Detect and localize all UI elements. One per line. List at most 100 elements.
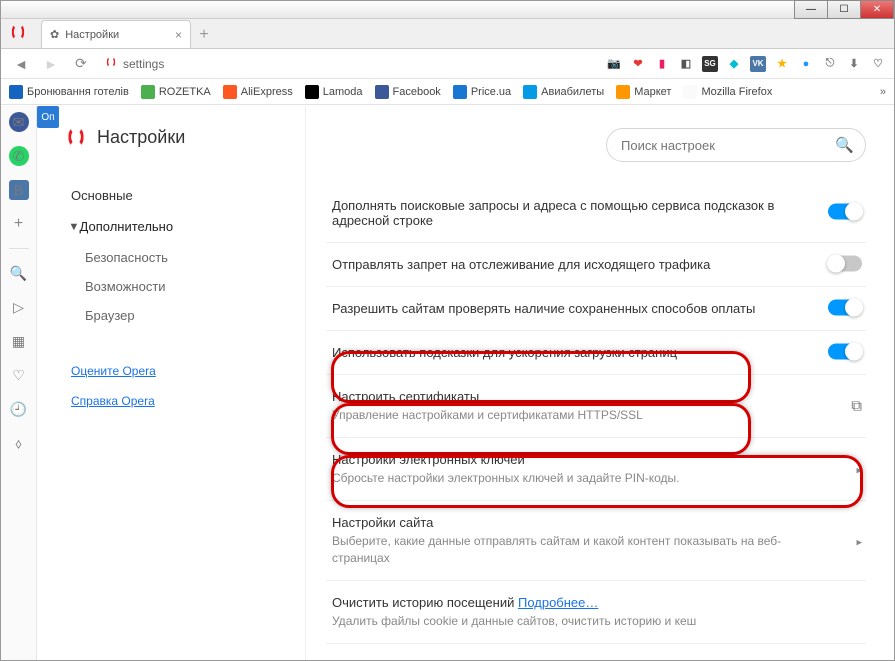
chevron-right-icon: ▸ <box>856 536 862 548</box>
page-title: Настройки <box>97 127 185 148</box>
extension-icon[interactable]: SG <box>702 56 718 72</box>
tab-close-icon[interactable]: × <box>175 28 182 42</box>
nav-security[interactable]: Безопасность <box>65 243 287 272</box>
messenger-icon[interactable]: ✉ <box>9 112 29 132</box>
extension-icon[interactable]: ⬇ <box>846 56 862 72</box>
whatsapp-icon[interactable]: ✆ <box>9 146 29 166</box>
settings-row[interactable]: Разрешить сайтам проверять наличие сохра… <box>326 286 866 330</box>
add-messenger-button[interactable]: + <box>9 214 29 234</box>
bookmark-item[interactable]: Авиабилеты <box>523 85 604 99</box>
flow-icon[interactable]: ▷ <box>9 297 29 317</box>
omnibox[interactable]: settings <box>99 52 600 76</box>
bookmark-item[interactable]: Mozilla Firefox <box>683 85 772 99</box>
address-text: settings <box>123 57 164 71</box>
opera-badge-icon <box>105 56 117 71</box>
opera-menu-button[interactable] <box>9 23 29 43</box>
window-maximize-button[interactable]: ☐ <box>827 0 861 19</box>
settings-row[interactable]: Отправлять запрет на отслеживание для ис… <box>326 242 866 286</box>
extension-icon[interactable]: VK <box>750 56 766 72</box>
tab-strip: ✿ Настройки × + <box>1 19 894 49</box>
extensions-panel-icon[interactable]: ⬨ <box>9 433 29 453</box>
bookmarks-panel-icon[interactable]: ♡ <box>9 365 29 385</box>
row-title: Отправлять запрет на отслеживание для ис… <box>332 257 710 272</box>
bookmark-item[interactable]: Lamoda <box>305 85 363 99</box>
nav-basic[interactable]: Основные <box>65 180 287 211</box>
history-panel-icon[interactable]: 🕘 <box>9 399 29 419</box>
bookmarks-bar: Бронювання готелів ROZETKA AliExpress Lamod… <box>1 79 894 105</box>
settings-content: 🔍 Дополнять поисковые запросы и адреса с… <box>305 106 894 660</box>
window-minimize-button[interactable]: — <box>794 0 828 19</box>
bookmark-favicon <box>223 85 237 99</box>
bookmark-favicon <box>453 85 467 99</box>
gear-icon: ✿ <box>50 28 59 41</box>
bookmark-label: Бронювання готелів <box>27 86 129 98</box>
bookmark-item[interactable]: ROZETKA <box>141 85 211 99</box>
settings-row[interactable]: Автоматически отправлять отчеты об авари… <box>326 643 866 660</box>
chevron-right-icon: ▸ <box>856 465 862 477</box>
extension-icon[interactable]: ● <box>798 56 814 72</box>
nav-reload-button[interactable]: ⟳ <box>69 52 93 76</box>
nav-advanced[interactable]: Дополнительно <box>65 211 287 243</box>
new-tab-button[interactable]: + <box>193 24 215 46</box>
help-opera-link[interactable]: Справка Opera <box>65 388 287 414</box>
extension-icon[interactable]: ★ <box>774 56 790 72</box>
settings-row[interactable]: Настройки электронных ключей Сбросьте нас… <box>326 437 866 500</box>
nav-forward-button[interactable]: ► <box>39 52 63 76</box>
vk-icon[interactable]: B <box>9 180 29 200</box>
settings-row[interactable]: Использовать подсказки для ускорения заг… <box>326 330 866 374</box>
nav-browser[interactable]: Браузер <box>65 301 287 330</box>
extension-icon[interactable]: ⎋ <box>822 56 838 72</box>
extension-icon[interactable]: ❤ <box>630 56 646 72</box>
bookmark-label: Price.ua <box>471 86 511 98</box>
extension-icon[interactable]: 📷 <box>606 56 622 72</box>
nav-back-button[interactable]: ◄ <box>9 52 33 76</box>
language-badge[interactable]: Оп <box>37 106 59 128</box>
window-close-button[interactable]: ✕ <box>860 0 894 19</box>
bookmark-item[interactable]: Price.ua <box>453 85 511 99</box>
search-panel-icon[interactable]: 🔍 <box>9 263 29 283</box>
bookmark-label: AliExpress <box>241 86 293 98</box>
rate-opera-link[interactable]: Оцените Opera <box>65 358 287 384</box>
row-title: Очистить историю посещений <box>332 595 514 610</box>
extension-icon[interactable]: ◆ <box>726 56 742 72</box>
settings-row[interactable]: Дополнять поисковые запросы и адреса с п… <box>326 184 866 242</box>
tab-settings[interactable]: ✿ Настройки × <box>41 20 191 48</box>
settings-sidebar: Настройки Основные Дополнительно Безопас… <box>37 106 305 660</box>
address-bar: ◄ ► ⟳ settings 📷 ❤ ▮ ◧ SG ◆ VK ★ ● ⎋ ⬇ ♡ <box>1 49 894 79</box>
row-title: Настроить сертификаты <box>332 389 479 404</box>
bookmark-item[interactable]: AliExpress <box>223 85 293 99</box>
speed-dial-icon[interactable]: ▦ <box>9 331 29 351</box>
row-title: Использовать подсказки для ускорения заг… <box>332 345 677 360</box>
bookmarks-overflow-button[interactable]: » <box>880 86 886 98</box>
bookmark-label: ROZETKA <box>159 86 211 98</box>
settings-page: Оп Настройки Основные Дополнительно Безо… <box>37 106 894 660</box>
browser-window: — ☐ ✕ ✿ Настройки × + ◄ ► ⟳ settings 📷 ❤ ▮… <box>0 0 895 661</box>
extension-icon[interactable]: ♡ <box>870 56 886 72</box>
learn-more-link[interactable]: Подробнее… <box>518 595 598 610</box>
settings-row[interactable]: Настройки сайтаВыберите, какие данные от… <box>326 500 866 579</box>
toggle-switch[interactable] <box>828 299 862 315</box>
settings-search-input[interactable] <box>606 128 866 162</box>
settings-row[interactable]: Настроить сертификатыУправление настройк… <box>326 374 866 437</box>
row-title: Разрешить сайтам проверять наличие сохра… <box>332 301 755 316</box>
nav-features[interactable]: Возможности <box>65 272 287 301</box>
bookmark-label: Авиабилеты <box>541 86 604 98</box>
bookmark-item[interactable]: Маркет <box>616 85 671 99</box>
opera-logo-icon <box>68 126 83 148</box>
extension-icon[interactable]: ▮ <box>654 56 670 72</box>
os-titlebar: — ☐ ✕ <box>1 1 894 19</box>
search-icon: 🔍 <box>835 136 854 154</box>
popout-icon: ⧉ <box>851 398 862 415</box>
bookmark-item[interactable]: Бронювання готелів <box>9 85 129 99</box>
extension-icons: 📷 ❤ ▮ ◧ SG ◆ VK ★ ● ⎋ ⬇ ♡ <box>606 56 886 72</box>
toggle-switch[interactable] <box>828 204 862 220</box>
row-title: Настройки электронных ключей <box>332 452 525 467</box>
bookmark-item[interactable]: Facebook <box>375 85 441 99</box>
bookmark-favicon <box>305 85 319 99</box>
toggle-switch[interactable] <box>828 343 862 359</box>
extension-icon[interactable]: ◧ <box>678 56 694 72</box>
row-description: Сбросьте настройки электронных ключей и … <box>332 470 826 486</box>
bookmark-favicon <box>683 85 697 99</box>
side-panel: ✉ ✆ B + 🔍 ▷ ▦ ♡ 🕘 ⬨ <box>1 106 37 660</box>
toggle-switch[interactable] <box>828 255 862 271</box>
